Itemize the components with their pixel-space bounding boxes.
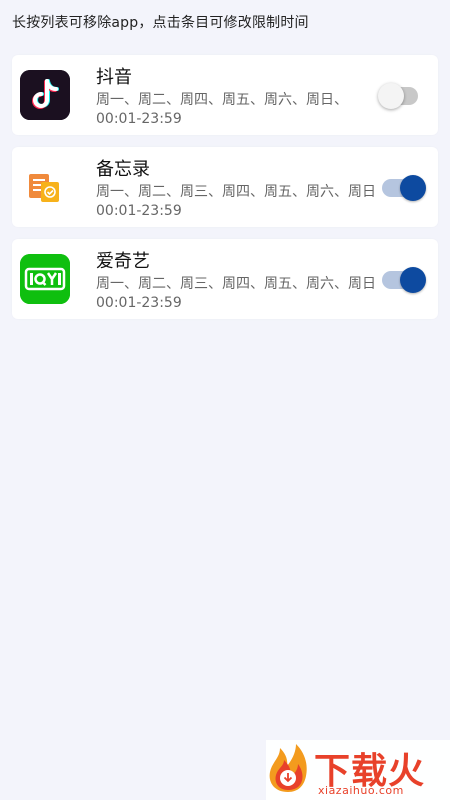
flame-logo-icon xyxy=(269,744,307,792)
watermark: 下载火 xiazaihuo.com xyxy=(266,740,450,800)
app-name: 爱奇艺 xyxy=(96,251,150,272)
toggle-switch-douyin[interactable] xyxy=(378,83,418,109)
tiktok-icon xyxy=(20,70,70,120)
app-time-range: 00:01-23:59 xyxy=(96,295,182,311)
app-time-range: 00:01-23:59 xyxy=(96,111,182,127)
app-list-item-douyin[interactable]: 抖音 周一、周二、周四、周五、周六、周日、 00:01-23:59 xyxy=(12,55,438,135)
app-list-item-iqiyi[interactable]: 爱奇艺 周一、周二、周三、周四、周五、周六、周日 00:01-23:59 xyxy=(12,239,438,319)
app-name: 抖音 xyxy=(96,67,132,88)
app-time-range: 00:01-23:59 xyxy=(96,203,182,219)
toggle-knob xyxy=(400,267,426,293)
toggle-knob xyxy=(400,175,426,201)
app-list-item-memo[interactable]: 备忘录 周一、周二、周三、周四、周五、周六、周日 00:01-23:59 xyxy=(12,147,438,227)
app-days: 周一、周二、周三、周四、周五、周六、周日 xyxy=(96,184,376,200)
app-name: 备忘录 xyxy=(96,159,150,180)
toggle-switch-memo[interactable] xyxy=(382,175,426,201)
instruction-text: 长按列表可移除app，点击条目可修改限制时间 xyxy=(12,15,309,31)
toggle-knob xyxy=(378,83,404,109)
watermark-url: xiazaihuo.com xyxy=(318,784,404,797)
memo-icon xyxy=(20,162,70,212)
app-days: 周一、周二、周三、周四、周五、周六、周日 xyxy=(96,276,376,292)
app-days: 周一、周二、周四、周五、周六、周日、 xyxy=(96,92,348,108)
toggle-switch-iqiyi[interactable] xyxy=(382,267,426,293)
iqiyi-icon xyxy=(20,254,70,304)
